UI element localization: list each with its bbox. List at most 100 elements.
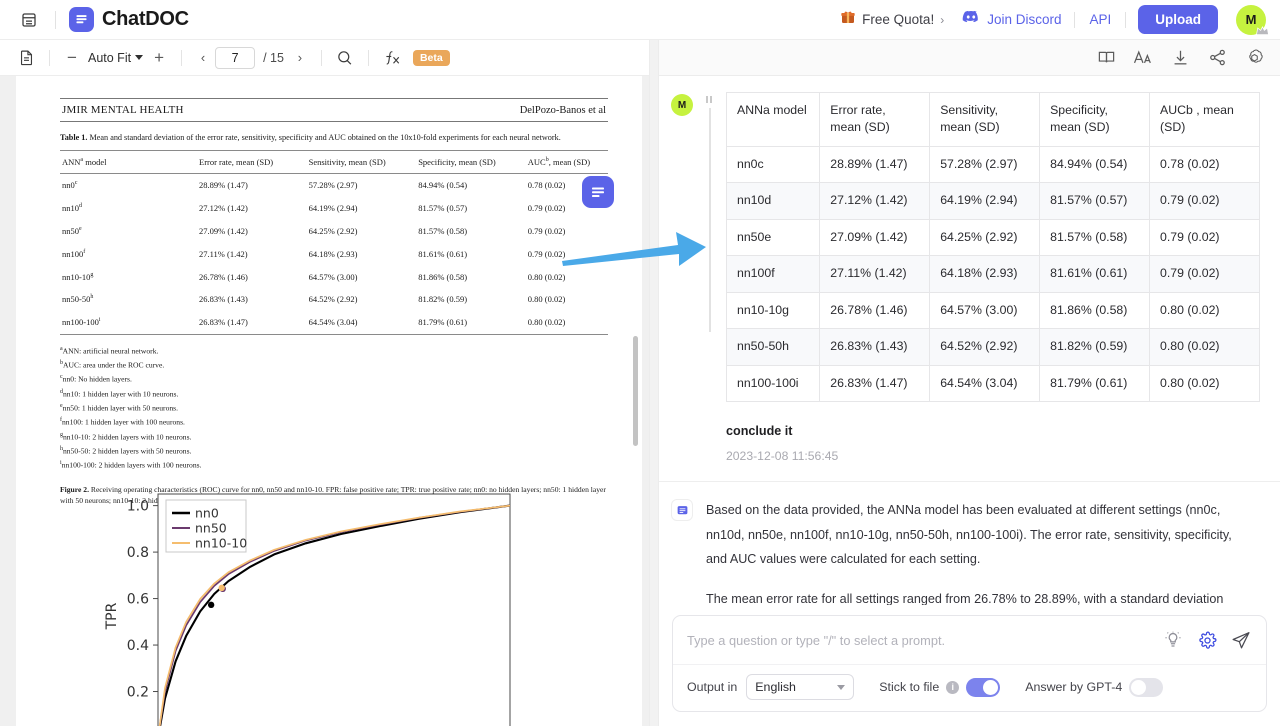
document-toolbar: − Auto Fit + ‹ / 15 › Beta [0, 40, 649, 76]
chat-table-cell-4: 0.79 (0.02) [1149, 218, 1260, 257]
chat-table-cell-3: 81.57% (0.57) [1039, 182, 1151, 220]
toggle-knob [983, 679, 999, 695]
send-icon[interactable] [1230, 629, 1252, 651]
brand[interactable]: ChatDOC [69, 7, 189, 32]
chevron-down-icon [837, 684, 846, 690]
top-bar: ChatDOC Free Quota! › Join Discord API U… [0, 0, 1280, 40]
panel-splitter[interactable] [649, 40, 659, 726]
paper-table-row: nn10d 27.12% (1.42) 64.19% (2.94) 81.57% (0… [60, 197, 608, 220]
free-quota-button[interactable]: Free Quota! › [840, 9, 944, 30]
composer: Output in English Stick to file i Answer… [672, 615, 1267, 712]
footnote-item: dnn10: 1 hidden layer with 10 neurons. [60, 388, 179, 399]
paper-cell-sensitivity: 57.28% (2.97) [308, 180, 358, 191]
y-tick-label: 0.8 [127, 545, 149, 561]
gpt4-label: Answer by GPT-4 [1025, 680, 1123, 694]
paper-cell-auc: 0.80 (0.02) [525, 310, 608, 335]
user-question-text: conclude it [726, 424, 793, 439]
paper-cell-model: nn100-100i [60, 310, 197, 335]
zoom-out-button[interactable]: − [61, 47, 83, 69]
chat-table-cell-3: 81.61% (0.61) [1039, 255, 1151, 293]
chat-toolbar [659, 40, 1280, 76]
roc-marker-nn10-10 [218, 584, 225, 592]
figure-caption-label: Figure 2. [60, 484, 89, 494]
chat-table-header-cell-0: ANNa model [725, 92, 821, 147]
chat-table-header-cell-4: AUCb , mean (SD) [1149, 92, 1260, 147]
zoom-level-dropdown[interactable]: Auto Fit [83, 51, 148, 65]
divider [49, 49, 50, 66]
chat-message-list[interactable]: M ANNa model Error rate, mean (SD) Sensiti… [659, 76, 1280, 605]
quote-line [708, 108, 711, 332]
zoom-level-label: Auto Fit [88, 50, 132, 65]
footnote-item: aANN: artificial neural network. [60, 345, 159, 356]
divider [181, 49, 183, 66]
gpt4-toggle[interactable] [1129, 677, 1164, 697]
paper-table-row: nn100-100i 26.83% (1.47) 64.54% (3.04) 81.7… [60, 310, 608, 335]
page-navigation: ‹ / 15 › [193, 46, 310, 69]
paper-col-sens: Sensitivity, mean (SD) [306, 150, 417, 175]
lightbulb-icon[interactable] [1162, 629, 1184, 651]
paper-col-error: Error rate, mean (SD) [197, 150, 307, 175]
paper-table-header-row: ANNa model Error rate, mean (SD) Sensiti… [60, 150, 608, 175]
avatar[interactable]: M [1236, 4, 1269, 35]
zoom-control: − Auto Fit + [61, 47, 170, 69]
chat-table-row: nn100f 27.11% (1.42) 64.18% (2.93) 81.61% (… [725, 255, 1260, 293]
user-avatar: M [671, 94, 693, 116]
book-icon[interactable] [1094, 46, 1118, 70]
paper-table: ANNa model Error rate, mean (SD) Sensiti… [60, 150, 608, 335]
table-caption: Table 1. Mean and standard deviation of … [60, 132, 608, 143]
document-outline-icon[interactable] [14, 46, 38, 70]
chat-data-table: ANNa model Error rate, mean (SD) Sensitivi… [725, 92, 1260, 403]
divider [1125, 11, 1127, 28]
formula-fx-icon[interactable] [380, 46, 404, 70]
chat-table-cell-2: 64.57% (3.00) [929, 291, 1041, 330]
assistant-message-body: Based on the data provided, the ANNa mod… [706, 498, 1252, 605]
search-icon[interactable] [333, 46, 357, 70]
quote-rail[interactable] [704, 92, 716, 463]
info-icon[interactable]: i [946, 680, 960, 694]
app-root: ChatDOC Free Quota! › Join Discord API U… [0, 0, 1280, 726]
page-number-input[interactable] [215, 46, 256, 69]
join-discord-button[interactable]: Join Discord [962, 10, 1061, 29]
language-select[interactable]: English [746, 674, 855, 700]
download-icon[interactable] [1168, 46, 1192, 70]
beta-badge[interactable]: Beta [412, 49, 450, 66]
footnote-item: fnn100: 1 hidden layer with 100 neurons. [60, 417, 185, 427]
user-message-body: ANNa model Error rate, mean (SD) Sensitivi… [725, 92, 1260, 463]
document-scrollbar[interactable] [633, 336, 638, 446]
font-size-icon[interactable] [1131, 46, 1155, 70]
user-message: M ANNa model Error rate, mean (SD) Sensiti… [659, 76, 1280, 463]
chat-input[interactable] [687, 632, 1150, 648]
share-icon[interactable] [1205, 46, 1229, 70]
chat-table-cell-0: nn50e [725, 218, 821, 257]
paper-running-head: JMIR MENTAL HEALTH DelPozo-Banos et al [60, 98, 608, 122]
chat-table-cell-4: 0.80 (0.02) [1149, 291, 1260, 330]
chat-table-cell-1: 28.89% (1.47) [819, 145, 931, 184]
document-chat-float-icon[interactable] [582, 176, 614, 208]
chat-table-cell-4: 0.80 (0.02) [1149, 328, 1260, 366]
composer-options-row: Output in English Stick to file i Answer… [673, 664, 1266, 711]
openai-icon[interactable] [1242, 46, 1266, 70]
previous-page-button[interactable]: ‹ [193, 47, 213, 69]
chat-table-cell-1: 26.83% (1.47) [819, 364, 931, 403]
paper-cell-specificity: 81.82% (0.59) [418, 294, 468, 305]
panel-collapse-icon[interactable] [16, 7, 42, 33]
chat-table-cell-1: 26.78% (1.46) [819, 291, 931, 330]
gear-icon[interactable] [1196, 629, 1218, 651]
paper-col-spec: Specificity, mean (SD) [416, 150, 526, 175]
paper-cell-auc: 0.80 (0.02) [527, 271, 566, 282]
zoom-in-button[interactable]: + [148, 47, 170, 69]
paper-cell-specificity: 81.61% (0.61) [418, 248, 468, 259]
paper-cell-error: 28.89% (1.47) [199, 180, 248, 191]
assistant-paragraph: Based on the data provided, the ANNa mod… [706, 503, 1232, 567]
authors-label: DelPozo-Banos et al [519, 105, 606, 116]
chat-table-cell-3: 81.57% (0.58) [1039, 218, 1151, 257]
stick-to-file-toggle[interactable] [966, 677, 1001, 697]
api-link[interactable]: API [1075, 12, 1125, 27]
chat-table-cell-0: nn100f [725, 255, 821, 293]
chat-table-row: nn50-50h 26.83% (1.43) 64.52% (2.92) 81.82%… [725, 328, 1260, 366]
paper-cell-error: 27.09% (1.42) [199, 226, 248, 237]
upload-button[interactable]: Upload [1138, 5, 1218, 34]
language-select-value: English [755, 680, 796, 694]
paper-cell-error: 26.83% (1.47) [197, 310, 307, 335]
next-page-button[interactable]: › [290, 47, 310, 69]
